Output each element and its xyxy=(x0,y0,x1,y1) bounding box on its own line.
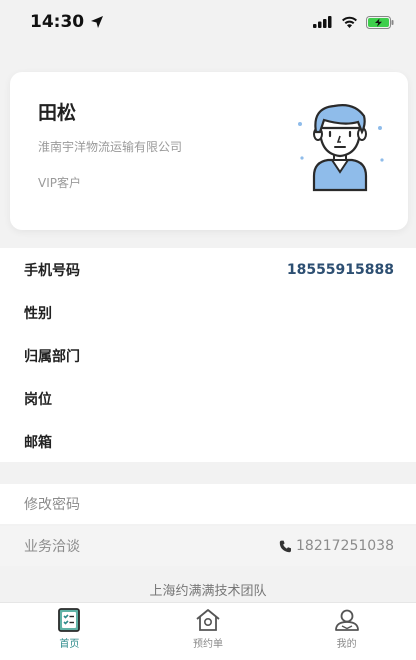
tab-home[interactable]: 首页 xyxy=(0,603,139,660)
info-label: 手机号码 xyxy=(24,262,80,279)
info-label: 性别 xyxy=(24,305,52,322)
tab-profile[interactable]: 我的 xyxy=(277,603,416,660)
customer-type-badge: VIP客户 xyxy=(38,176,81,190)
cellular-signal-icon xyxy=(313,16,332,28)
home-list-icon xyxy=(58,608,81,632)
profile-company: 淮南宇洋物流运输有限公司 xyxy=(38,140,183,154)
business-phone[interactable]: 18217251038 xyxy=(279,538,394,554)
change-password-row[interactable]: 修改密码 xyxy=(0,484,416,524)
info-row-department[interactable]: 归属部门 xyxy=(0,334,416,377)
info-label: 岗位 xyxy=(24,391,52,408)
info-value-phone: 18555915888 xyxy=(286,261,394,278)
info-label: 归属部门 xyxy=(24,348,80,365)
info-row-gender[interactable]: 性别 xyxy=(0,291,416,334)
business-contact-row[interactable]: 业务洽谈 18217251038 xyxy=(0,526,416,566)
battery-charging-icon xyxy=(366,15,394,29)
info-row-email[interactable]: 邮箱 xyxy=(0,420,416,463)
status-time-wrap: 14:30 xyxy=(30,12,104,32)
profile-info-list: 手机号码 18555915888 性别 归属部门 岗位 邮箱 xyxy=(0,248,416,462)
tab-label: 预约单 xyxy=(193,639,223,650)
profile-icon xyxy=(334,609,359,631)
location-arrow-icon xyxy=(91,16,104,28)
tab-bar: 首页 预约单 我的 xyxy=(0,602,416,660)
footer-team-name: 上海约满满技术团队 xyxy=(149,584,267,599)
status-icons xyxy=(313,15,394,29)
profile-card[interactable]: 田松 淮南宇洋物流运输有限公司 VIP客户 xyxy=(10,72,408,230)
phone-icon xyxy=(279,540,292,552)
tab-label: 我的 xyxy=(336,639,357,650)
profile-name: 田松 xyxy=(38,102,77,124)
business-label: 业务洽谈 xyxy=(24,539,80,555)
wifi-icon xyxy=(342,16,357,28)
status-bar: 14:30 xyxy=(0,0,416,44)
tab-label: 首页 xyxy=(59,639,80,650)
business-phone-number: 18217251038 xyxy=(296,538,394,554)
tab-reservations[interactable]: 预约单 xyxy=(139,603,278,660)
user-avatar-icon xyxy=(298,104,384,192)
house-icon xyxy=(196,609,220,631)
change-password-label: 修改密码 xyxy=(24,497,80,513)
info-row-phone[interactable]: 手机号码 18555915888 xyxy=(0,248,416,291)
info-label: 邮箱 xyxy=(24,434,52,451)
info-row-position[interactable]: 岗位 xyxy=(0,377,416,420)
status-time: 14:30 xyxy=(30,12,85,32)
